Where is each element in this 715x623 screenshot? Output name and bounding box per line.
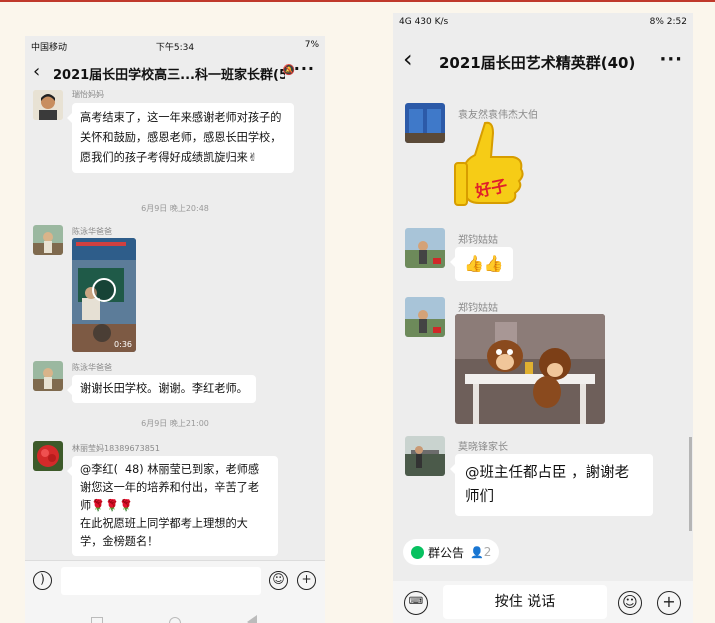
sender-name: 瑞怡妈妈	[72, 90, 104, 99]
avatar[interactable]	[33, 225, 63, 255]
right-phone-screenshot: 4G 430 K/s 8% 2:52 ‹ 2021届长田艺术精英群(40) ··…	[393, 13, 693, 623]
battery-level: 7%	[304, 40, 319, 50]
voice-icon[interactable]: )	[33, 571, 52, 590]
image-message[interactable]	[455, 314, 605, 424]
status-time: 下午5:34	[155, 43, 195, 53]
avatar[interactable]	[405, 228, 445, 268]
input-bar: ) ☺ +	[25, 560, 325, 601]
plus-icon[interactable]: +	[297, 571, 316, 590]
avatar[interactable]	[405, 297, 445, 337]
back-arrow-icon[interactable]: ‹	[403, 45, 413, 73]
timestamp: 6月9日 晚上21:00	[141, 419, 209, 428]
play-icon[interactable]	[92, 278, 116, 302]
plus-icon[interactable]: +	[657, 591, 681, 615]
thumbs-up-sticker[interactable]: 好子	[453, 119, 529, 213]
chat-header: ‹ 2021届长田学校高三...科一班家长群(52) 🔕 ···	[25, 56, 325, 90]
avatar[interactable]	[33, 441, 63, 471]
nav-bar	[25, 601, 325, 623]
back-nav-icon[interactable]	[247, 615, 257, 623]
left-phone-screenshot: 中国移动 下午5:34 7% ‹ 2021届长田学校高三...科一班家长群(52…	[25, 36, 325, 623]
top-border	[0, 0, 715, 2]
hold-to-talk-button[interactable]: 按住 说话	[443, 585, 607, 619]
announcement-count: 2	[483, 545, 492, 559]
message-bubble[interactable]: @班主任都占臣 ，謝谢老师们	[450, 454, 653, 516]
timestamp: 6月9日 晚上20:48	[141, 204, 209, 213]
emoji-icon[interactable]: ☺	[269, 571, 288, 590]
more-icon[interactable]: ···	[659, 49, 683, 70]
message-bubble[interactable]: 谢谢长田学校。谢谢。李红老师。	[67, 375, 256, 403]
keyboard-icon[interactable]: ⌨	[404, 591, 428, 615]
home-icon[interactable]	[169, 617, 181, 623]
sender-name: 陈泳华爸爸	[72, 227, 112, 236]
avatar[interactable]	[405, 103, 445, 143]
input-bar: ⌨ 按住 说话 ☺ +	[393, 581, 693, 623]
avatar[interactable]	[33, 90, 63, 120]
sender-name: 陈泳华爸爸	[72, 363, 112, 372]
person-icon: 👤	[470, 545, 484, 559]
chat-title: 2021届长田学校高三...科一班家长群(52)	[53, 68, 285, 83]
chat-header: ‹ 2021届长田艺术精英群(40) ···	[393, 43, 693, 81]
message-bubble[interactable]: @李红( 48) 林丽莹已到家，老师感谢您这一年的培养和付出，辛苦了老师🌹🌹🌹 …	[67, 456, 278, 556]
announcement-icon	[411, 545, 424, 559]
message-input[interactable]	[61, 567, 261, 595]
scrollbar[interactable]	[689, 437, 692, 531]
video-duration: 0:36	[114, 340, 132, 349]
back-arrow-icon[interactable]: ‹	[33, 61, 40, 82]
message-bubble[interactable]: 👍👍	[450, 247, 513, 281]
chat-title: 2021届长田艺术精英群(40)	[439, 54, 636, 72]
sender-name: 郑钧姑姑	[458, 303, 498, 314]
avatar[interactable]	[33, 361, 63, 391]
avatar[interactable]	[405, 436, 445, 476]
group-announcement-chip[interactable]: 群公告 👤 2	[403, 539, 500, 565]
status-bar: 4G 430 K/s 8% 2:52	[393, 13, 693, 33]
signal-indicator: 4G 430 K/s	[399, 17, 449, 27]
emoji-icon[interactable]: ☺	[618, 591, 642, 615]
sender-name: 郑钧姑姑	[458, 235, 498, 246]
sender-name: 莫晓锋家长	[458, 442, 508, 453]
more-icon[interactable]: ···	[294, 59, 315, 78]
status-bar: 中国移动 下午5:34 7%	[25, 36, 325, 56]
battery-time: 8% 2:52	[649, 17, 687, 27]
announcement-label: 群公告	[428, 545, 465, 560]
message-bubble[interactable]: 高考结束了，这一年来感谢老师对孩子的关怀和鼓励，感恩老师，感恩长田学校，愿我们的…	[67, 103, 294, 173]
video-message[interactable]: 0:36	[72, 238, 136, 352]
sender-name: 林丽莹妈18389673851	[72, 444, 160, 453]
recent-apps-icon[interactable]	[91, 617, 103, 623]
